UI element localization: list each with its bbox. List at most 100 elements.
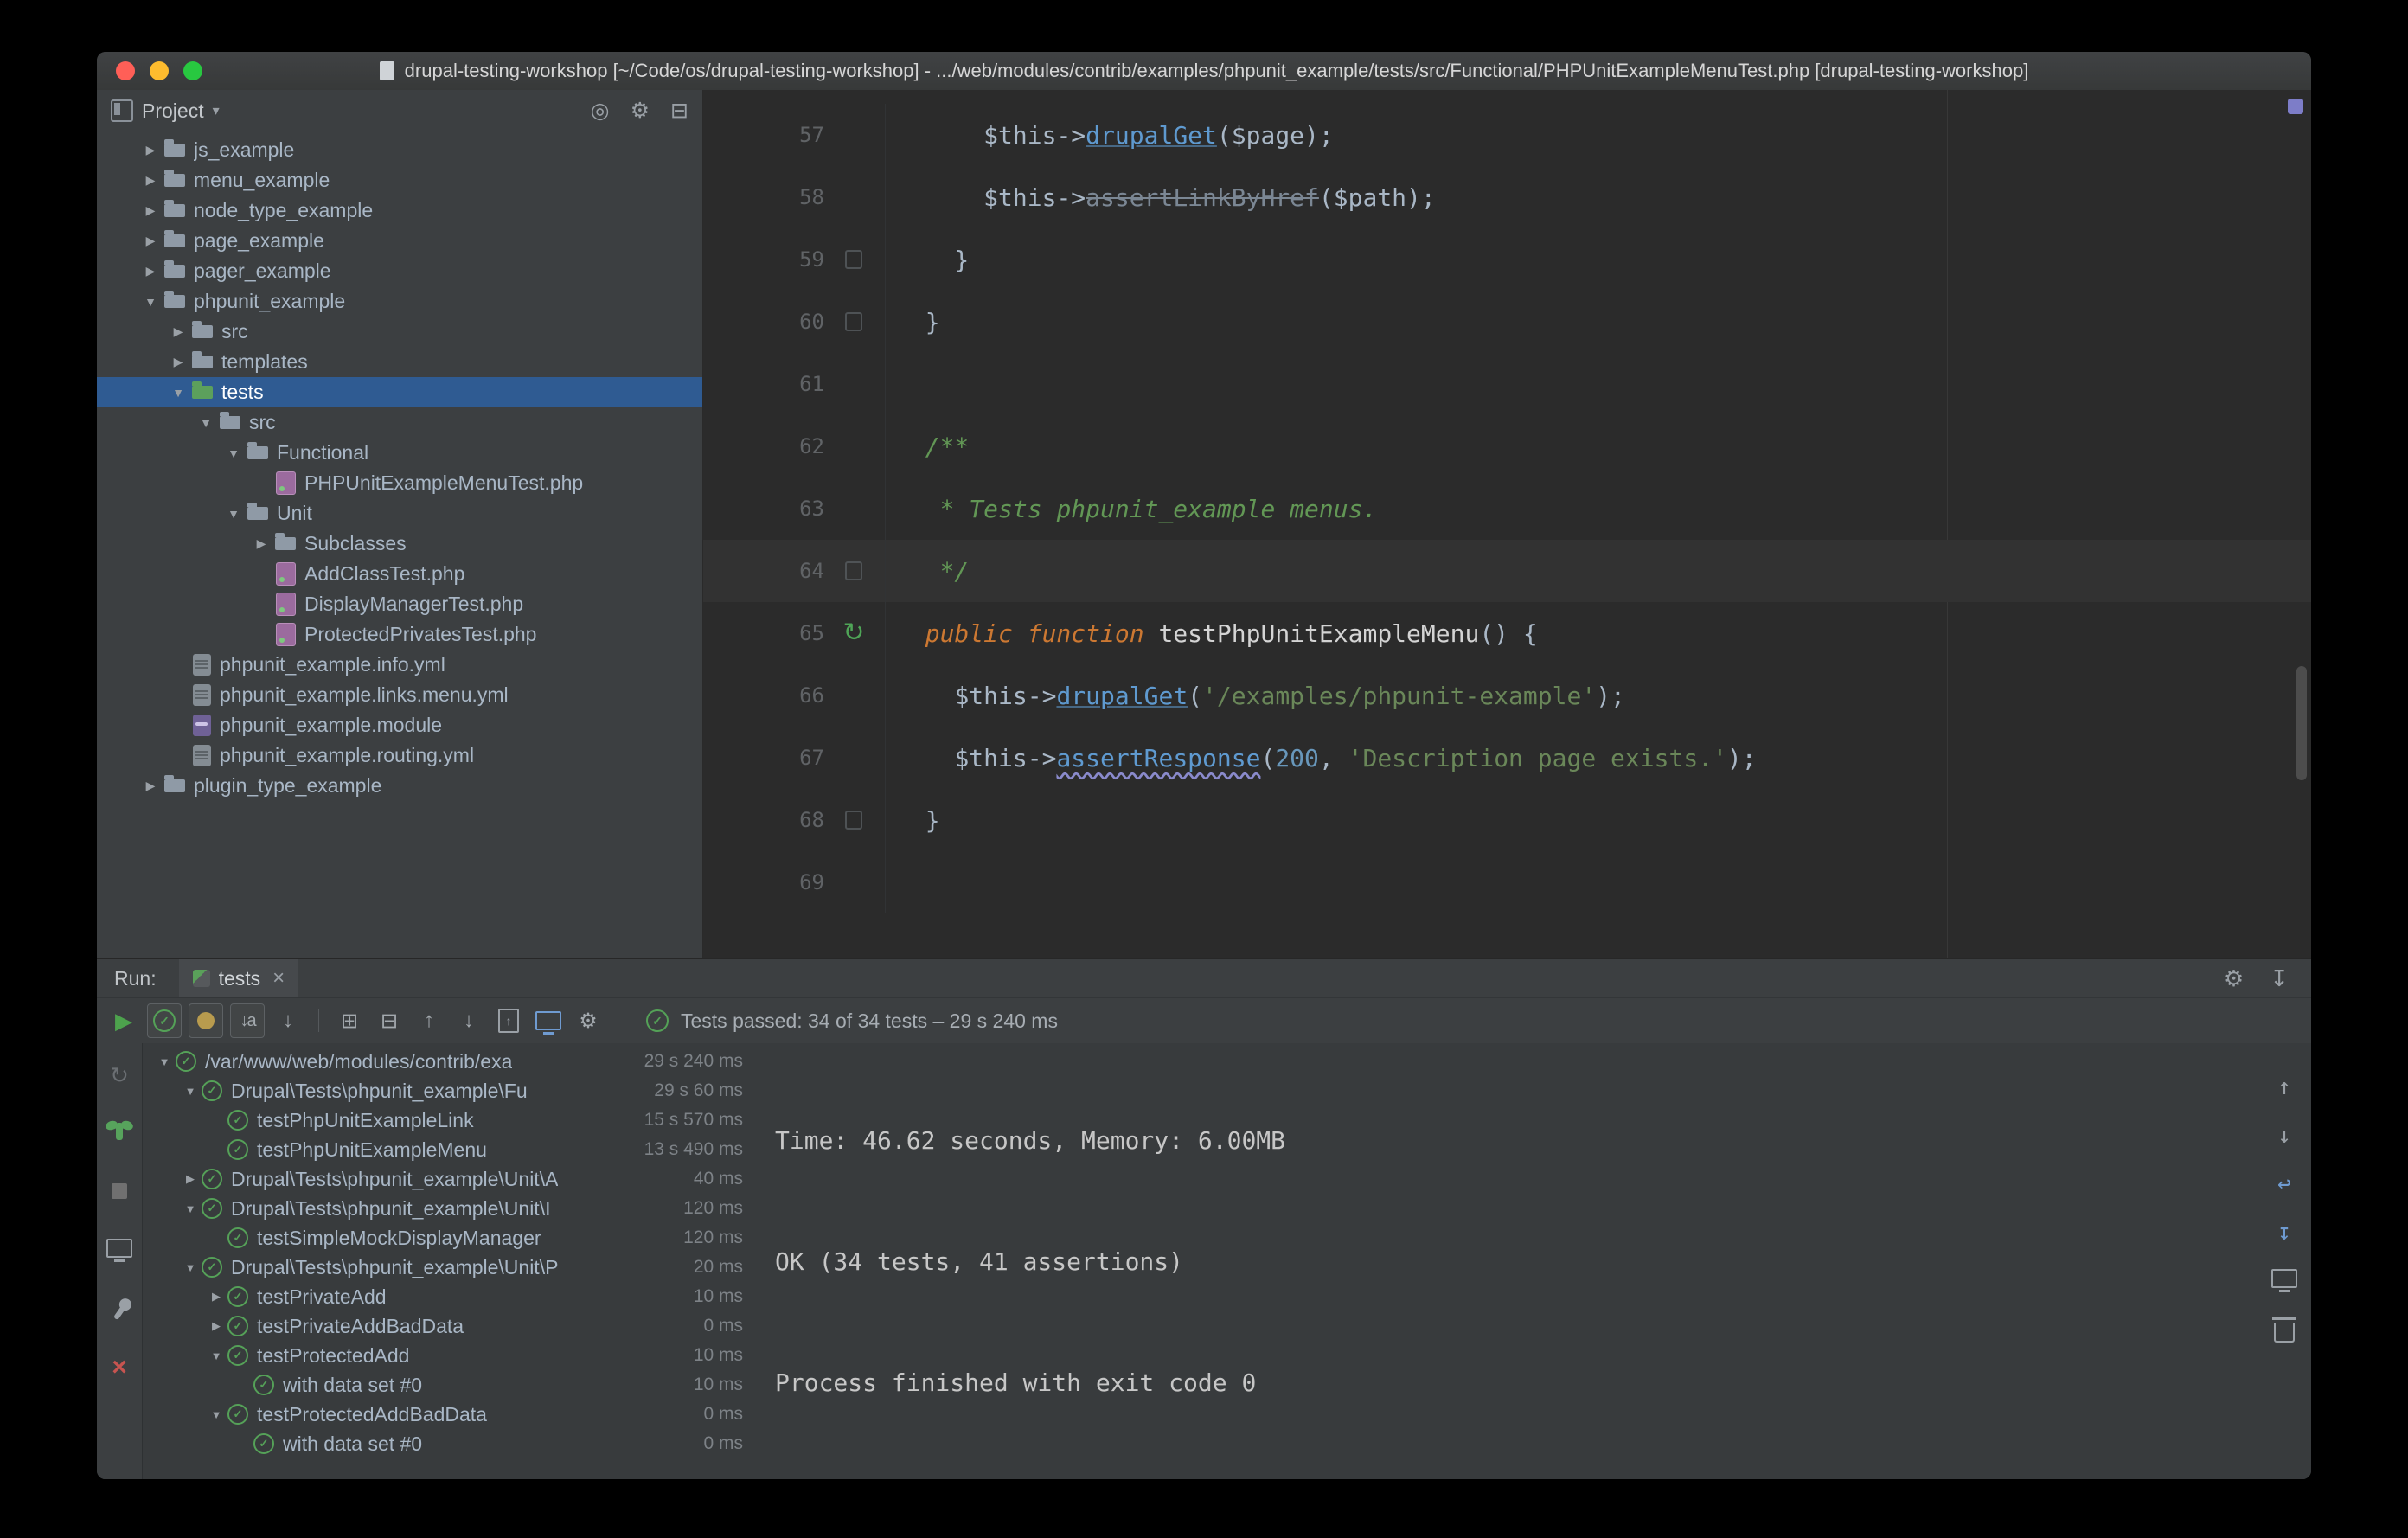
line-number[interactable]: 69 (703, 870, 824, 894)
test-result-row[interactable]: ▼ ✓ testProtectedAddBadData 0 ms (143, 1400, 752, 1429)
project-tree-item[interactable]: ▶ plugin_type_example (97, 771, 702, 801)
project-tree-item[interactable]: ▶ templates (97, 347, 702, 377)
chevron-right-icon[interactable]: ▶ (138, 779, 163, 793)
project-tree-item[interactable]: phpunit_example.links.menu.yml (97, 680, 702, 710)
test-result-row[interactable]: ▶ ✓ testPrivateAdd 10 ms (143, 1282, 752, 1311)
test-result-row[interactable]: ✓ testPhpUnitExampleMenu 13 s 490 ms (143, 1135, 752, 1164)
gear-icon[interactable]: ⚙ (631, 98, 650, 124)
project-tree-item[interactable]: phpunit_example.routing.yml (97, 740, 702, 771)
test-result-row[interactable]: ▶ ✓ Drupal\Tests\phpunit_example\Unit\A 40 … (143, 1164, 752, 1194)
editor-line[interactable]: 60 } (703, 291, 2311, 353)
line-number[interactable]: 65 (703, 621, 824, 645)
next-failed-test-button[interactable]: ↓ (452, 1004, 485, 1037)
editor-line[interactable]: 58 $this->assertLinkByHref($path); (703, 166, 2311, 228)
project-tree-item[interactable]: phpunit_example.info.yml (97, 650, 702, 680)
chevron-down-icon[interactable]: ▼ (221, 446, 246, 460)
chevron-down-icon[interactable]: ▾ (213, 102, 220, 119)
chevron-down-icon[interactable]: ▼ (153, 1055, 176, 1068)
scroll-to-end-button[interactable]: ↧ (2277, 1220, 2291, 1246)
show-ignored-toggle[interactable] (189, 1003, 223, 1038)
line-number[interactable]: 68 (703, 808, 824, 832)
line-number[interactable]: 60 (703, 310, 824, 334)
chevron-right-icon[interactable]: ▶ (166, 355, 190, 369)
soft-wrap-toggle[interactable]: ↩ (2277, 1171, 2291, 1197)
test-result-row[interactable]: ✓ testPhpUnitExampleLink 15 s 570 ms (143, 1105, 752, 1135)
line-number[interactable]: 62 (703, 434, 824, 458)
project-tree-item[interactable]: ▶ js_example (97, 135, 702, 165)
sort-alphabetically-toggle[interactable]: ↓a (230, 1003, 265, 1038)
gutter-marker-icon[interactable] (845, 561, 862, 580)
chevron-down-icon[interactable]: ▼ (221, 507, 246, 521)
collapse-all-button[interactable]: ⊟ (670, 98, 688, 124)
project-tree-item[interactable]: phpunit_example.module (97, 710, 702, 740)
line-number[interactable]: 57 (703, 123, 824, 147)
chevron-right-icon[interactable]: ▶ (166, 324, 190, 339)
hide-panel-button[interactable]: ↧ (2270, 965, 2289, 992)
editor-line[interactable]: 62 /** (703, 415, 2311, 477)
inspection-indicator[interactable] (2288, 99, 2303, 114)
chevron-down-icon[interactable]: ▼ (179, 1085, 202, 1098)
toggle-auto-test-button[interactable] (116, 1119, 123, 1146)
minimize-window-button[interactable] (150, 61, 169, 80)
chevron-right-icon[interactable]: ▶ (205, 1290, 227, 1304)
test-console[interactable]: Time: 46.62 seconds, Memory: 6.00MB OK (3… (752, 1043, 2311, 1479)
project-tree-item[interactable]: ▶ node_type_example (97, 195, 702, 226)
chevron-right-icon[interactable]: ▶ (205, 1319, 227, 1333)
print-button[interactable] (2271, 1268, 2297, 1294)
open-results-button[interactable] (106, 1237, 132, 1264)
project-tree-item[interactable]: PHPUnitExampleMenuTest.php (97, 468, 702, 498)
test-result-row[interactable]: ▶ ✓ testPrivateAddBadData 0 ms (143, 1311, 752, 1341)
chevron-right-icon[interactable]: ▶ (138, 234, 163, 248)
gutter-marker-icon[interactable] (845, 250, 862, 269)
editor-line[interactable]: 68 } (703, 789, 2311, 851)
stop-button[interactable] (112, 1178, 127, 1205)
show-passed-toggle[interactable]: ✓ (147, 1003, 182, 1038)
project-tree-item[interactable]: ▶ src (97, 317, 702, 347)
collapse-all-button[interactable]: ⊟ (373, 1004, 406, 1037)
run-tab-tests[interactable]: tests × (178, 959, 299, 997)
import-test-results-button[interactable] (532, 1004, 565, 1037)
chevron-right-icon[interactable]: ▶ (179, 1172, 202, 1186)
project-tree-item[interactable]: ▼ phpunit_example (97, 286, 702, 317)
editor-line[interactable]: 65 ↻ public function testPhpUnitExampleMe… (703, 602, 2311, 664)
locate-file-button[interactable]: ◎ (591, 98, 610, 124)
project-tree-item[interactable]: ▶ Subclasses (97, 529, 702, 559)
project-tree-item[interactable]: ProtectedPrivatesTest.php (97, 619, 702, 650)
editor-line[interactable]: 61 (703, 353, 2311, 415)
close-window-button[interactable] (116, 61, 135, 80)
project-tree-item[interactable]: ▶ menu_example (97, 165, 702, 195)
editor-line[interactable]: 67 $this->assertResponse(200, 'Descripti… (703, 727, 2311, 789)
test-result-row[interactable]: ✓ testSimpleMockDisplayManager 120 ms (143, 1223, 752, 1253)
chevron-down-icon[interactable]: ▼ (205, 1408, 227, 1421)
chevron-right-icon[interactable]: ▶ (138, 143, 163, 157)
clear-console-button[interactable] (2272, 1317, 2296, 1349)
editor-line[interactable]: 59 } (703, 228, 2311, 291)
editor-line[interactable]: 69 (703, 851, 2311, 913)
previous-failed-test-button[interactable]: ↑ (413, 1004, 445, 1037)
line-number[interactable]: 64 (703, 559, 824, 583)
chevron-right-icon[interactable]: ▶ (138, 173, 163, 188)
pin-tab-button[interactable] (112, 1299, 126, 1326)
chevron-right-icon[interactable]: ▶ (138, 264, 163, 279)
project-header-title[interactable]: Project (142, 99, 204, 123)
rerun-failed-tests-button[interactable]: ↻ (110, 1062, 129, 1089)
zoom-window-button[interactable] (183, 61, 202, 80)
chevron-down-icon[interactable]: ▼ (138, 295, 163, 309)
project-tree-item[interactable]: ▼ Unit (97, 498, 702, 529)
test-result-row[interactable]: ✓ with data set #0 0 ms (143, 1429, 752, 1458)
code-editor[interactable]: 57 $this->drupalGet($page); 58 $this->ass… (703, 90, 2311, 958)
project-tree-item[interactable]: ▶ page_example (97, 226, 702, 256)
gutter-marker-icon[interactable] (845, 811, 862, 830)
close-icon[interactable]: × (272, 966, 285, 990)
project-tree-item[interactable]: DisplayManagerTest.php (97, 589, 702, 619)
expand-all-button[interactable]: ⊞ (333, 1004, 366, 1037)
export-test-results-button[interactable]: ↑ (492, 1004, 525, 1037)
project-tree-item[interactable]: ▼ Functional (97, 438, 702, 468)
editor-line[interactable]: 66 $this->drupalGet('/examples/phpunit-e… (703, 664, 2311, 727)
editor-line[interactable]: 64 */ (703, 540, 2311, 602)
chevron-down-icon[interactable]: ▼ (179, 1261, 202, 1274)
project-tree-item[interactable]: ▶ pager_example (97, 256, 702, 286)
up-stacktrace-button[interactable]: ↑ (2277, 1074, 2291, 1100)
test-result-row[interactable]: ▼ ✓ Drupal\Tests\phpunit_example\Unit\I 120… (143, 1194, 752, 1223)
test-result-row[interactable]: ▼ ✓ testProtectedAdd 10 ms (143, 1341, 752, 1370)
